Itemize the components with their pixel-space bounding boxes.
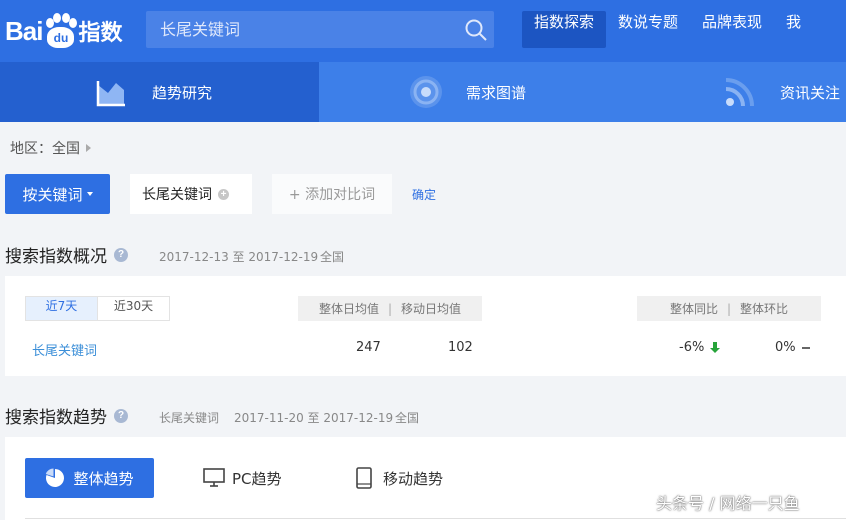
arrow-down-icon (710, 341, 721, 354)
confirm-link[interactable]: 确定 (412, 186, 436, 203)
avg-header: 整体日均值 | 移动日均值 (298, 296, 482, 321)
logo-text-index: 指数 (78, 21, 123, 46)
period-toggle: 近7天 近30天 (25, 296, 170, 321)
caret-right-icon (86, 144, 91, 152)
tab-pc-trend[interactable]: PC趋势 (203, 458, 282, 498)
overall-avg-value: 247 (356, 340, 381, 355)
tab-news-attention-label: 资讯关注 (780, 83, 841, 102)
add-circle-icon[interactable]: + (218, 188, 229, 200)
overview-card: 近7天 近30天 整体日均值 | 移动日均值 整体同比 | 整体环比 长尾关键词… (5, 276, 846, 376)
header-overall-avg: 整体日均值 (318, 302, 379, 316)
overview-title: 搜索指数概况 ? (5, 242, 128, 267)
overview-date-range: 2017-12-13 至 2017-12-19 (159, 250, 319, 264)
tab-demand-map-label: 需求图谱 (466, 83, 527, 102)
trend-region: 全国 (395, 411, 420, 425)
trend-chart-icon (96, 81, 125, 107)
keyword-chip[interactable]: 长尾关键词 + (130, 174, 252, 214)
mobile-phone-icon (356, 467, 372, 489)
watermark: 头条号 / 网络一只鱼 (656, 494, 800, 513)
tab-news-attention[interactable]: 资讯关注 (724, 62, 840, 122)
add-compare-button[interactable]: + 添加对比词 (272, 174, 392, 214)
search-icon[interactable] (464, 18, 488, 42)
tab-trend-research[interactable]: 趋势研究 (0, 62, 319, 122)
monitor-icon (203, 468, 225, 487)
baidu-index-logo[interactable]: Bai du 指数 (5, 10, 122, 52)
trend-title: 搜索指数趋势 ? (5, 403, 128, 428)
trend-keyword: 长尾关键词 (159, 411, 220, 425)
tab-overall-trend[interactable]: 整体趋势 (25, 458, 154, 498)
yoy-cell: -6% (679, 340, 721, 355)
logo-text-bai: Bai (5, 15, 43, 46)
header-mom: 整体环比 (740, 302, 789, 316)
header-yoy: 整体同比 (669, 302, 718, 316)
nav-brand-performance[interactable]: 品牌表现 (690, 11, 774, 48)
logo-text-du: du (47, 27, 75, 48)
news-feed-icon (725, 78, 754, 107)
nav-index-explore[interactable]: 指数探索 (522, 11, 607, 48)
help-icon[interactable]: ? (114, 247, 128, 262)
keyword-chip-label: 长尾关键词 (142, 187, 212, 203)
region-label: 地区：全国 (10, 141, 80, 157)
search-box (146, 11, 494, 48)
compare-header: 整体同比 | 整体环比 (637, 296, 821, 321)
overview-region: 全国 (320, 250, 345, 264)
nav-data-topics[interactable]: 数说专题 (606, 11, 690, 48)
help-icon[interactable]: ? (114, 408, 128, 423)
sub-nav: 趋势研究 需求图谱 资讯关注 (0, 62, 846, 122)
demand-map-icon (410, 76, 442, 108)
tab-mobile-trend-label: 移动趋势 (383, 469, 444, 488)
row-keyword-link[interactable]: 长尾关键词 (32, 340, 97, 359)
overview-title-text: 搜索指数概况 (5, 247, 107, 267)
flat-dash-icon (801, 346, 810, 349)
tab-trend-research-label: 趋势研究 (152, 83, 213, 102)
tab-mobile-trend[interactable]: 移动趋势 (355, 458, 443, 498)
trend-date-range: 2017-11-20 至 2017-12-19 (234, 411, 394, 425)
period-30-days[interactable]: 近30天 (98, 297, 169, 320)
yoy-value: -6% (679, 340, 705, 355)
mom-cell: 0% (775, 340, 810, 355)
period-7-days[interactable]: 近7天 (26, 297, 97, 320)
nav-my[interactable]: 我 (774, 11, 813, 48)
keyword-mode-dropdown[interactable]: 按关键词 (5, 174, 110, 214)
top-bar: Bai du 指数 指数探索 数说专题 品牌表现 我 (0, 0, 846, 62)
tab-overall-trend-label: 整体趋势 (73, 469, 134, 488)
search-input[interactable] (146, 11, 446, 48)
header-mobile-avg: 移动日均值 (401, 302, 462, 316)
divider (25, 518, 846, 519)
trend-title-text: 搜索指数趋势 (5, 408, 107, 428)
tab-demand-map[interactable]: 需求图谱 (408, 62, 526, 122)
keyword-mode-label: 按关键词 (22, 185, 83, 204)
region-selector[interactable]: 地区：全国 (10, 138, 91, 158)
tab-pc-trend-label: PC趋势 (232, 469, 282, 488)
mobile-avg-value: 102 (448, 340, 473, 355)
main-nav: 指数探索 数说专题 品牌表现 我 (522, 11, 813, 48)
pie-chart-icon (46, 468, 65, 487)
mom-value: 0% (775, 340, 796, 355)
paw-icon: du (43, 13, 78, 49)
caret-down-icon (86, 192, 93, 196)
